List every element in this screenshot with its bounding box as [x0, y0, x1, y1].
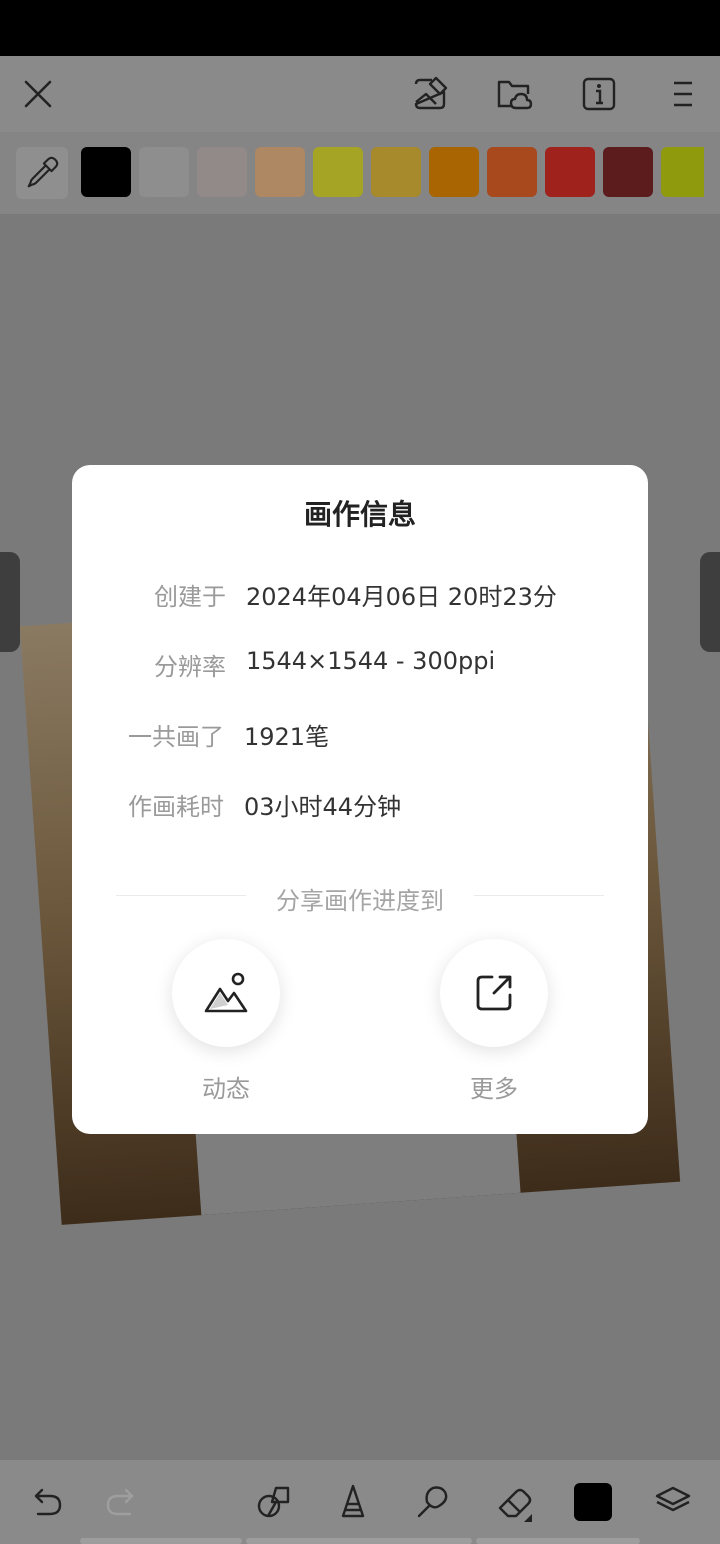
left-slider-handle[interactable] [0, 552, 20, 652]
share-option-label: 动态 [202, 1075, 250, 1103]
menu-icon [674, 81, 692, 107]
artwork-info-dialog: 画作信息 创建于 2024年04月06日 20时23分 分辨率 1544×154… [72, 465, 648, 1134]
divider-line [474, 895, 604, 896]
info-value: 2024年04月06日 20时23分 [246, 583, 557, 611]
bottom-toolbar [0, 1460, 720, 1544]
info-label: 分辨率 [154, 653, 226, 681]
eyedropper-icon [27, 156, 59, 188]
redo-button[interactable] [98, 1478, 146, 1526]
color-swatch[interactable] [661, 147, 704, 197]
bottom-scroll-indicator [80, 1538, 242, 1544]
right-slider-handle[interactable] [700, 552, 720, 652]
current-color-swatch [574, 1483, 612, 1521]
shapes-icon [257, 1486, 290, 1518]
current-color-button[interactable] [569, 1478, 617, 1526]
layers-icon [655, 1486, 691, 1512]
color-swatch[interactable] [487, 147, 537, 197]
cloud-folder-icon [497, 80, 533, 110]
eraser-button[interactable] [490, 1478, 538, 1526]
color-swatch[interactable] [429, 147, 479, 197]
undo-button[interactable] [22, 1478, 70, 1526]
color-palette [0, 132, 720, 214]
canvas-settings-icon [414, 76, 448, 110]
info-label: 创建于 [154, 583, 226, 611]
dialog-title: 画作信息 [303, 498, 416, 531]
share-to-feed-button[interactable]: 动态 [172, 939, 280, 1103]
shapes-button[interactable] [250, 1478, 298, 1526]
color-swatch[interactable] [197, 147, 247, 197]
share-circle[interactable] [172, 939, 280, 1047]
eraser-icon [498, 1488, 532, 1522]
external-share-icon [476, 975, 512, 1011]
color-swatch[interactable] [603, 147, 653, 197]
bottom-scroll-indicator [476, 1538, 640, 1544]
info-label: 一共画了 [128, 723, 224, 751]
info-value: 1921笔 [244, 723, 330, 751]
canvas-settings-button[interactable] [406, 70, 454, 118]
share-more-button[interactable]: 更多 [440, 939, 548, 1103]
info-label: 作画耗时 [128, 793, 224, 821]
bottom-scroll-indicator [246, 1538, 472, 1544]
color-swatch[interactable] [545, 147, 595, 197]
smudge-tool-button[interactable] [409, 1478, 457, 1526]
color-swatch[interactable] [139, 147, 189, 197]
info-row-resolution: 分辨率 1544×1544 - 300ppi [72, 643, 648, 683]
share-divider: 分享画作进度到 [116, 877, 604, 917]
layers-button[interactable] [649, 1478, 697, 1526]
brush-tool-button[interactable] [329, 1478, 377, 1526]
menu-button[interactable] [660, 70, 704, 118]
info-row-strokes: 一共画了 1921笔 [72, 713, 648, 753]
smudge-tool-icon [417, 1486, 448, 1518]
info-value: 03小时44分钟 [244, 793, 402, 821]
close-button[interactable] [14, 70, 62, 118]
cloud-folder-button[interactable] [490, 70, 538, 118]
share-heading: 分享画作进度到 [276, 887, 444, 915]
status-bar [0, 0, 720, 56]
share-circle[interactable] [440, 939, 548, 1047]
info-icon [582, 77, 616, 111]
color-swatch[interactable] [81, 147, 131, 197]
info-button[interactable] [575, 70, 623, 118]
color-swatch[interactable] [255, 147, 305, 197]
eyedropper-button[interactable] [16, 147, 68, 199]
color-swatch[interactable] [371, 147, 421, 197]
color-swatch[interactable] [313, 147, 363, 197]
share-option-label: 更多 [470, 1075, 518, 1103]
info-row-time: 作画耗时 03小时44分钟 [72, 783, 648, 823]
info-row-created: 创建于 2024年04月06日 20时23分 [72, 573, 648, 613]
info-value: 1544×1544 - 300ppi [246, 647, 496, 675]
brush-tool-icon [341, 1484, 365, 1518]
top-toolbar [0, 56, 720, 132]
undo-icon [34, 1488, 62, 1516]
redo-icon [106, 1488, 134, 1516]
mountain-image-icon [204, 972, 248, 1013]
close-icon [24, 80, 52, 108]
